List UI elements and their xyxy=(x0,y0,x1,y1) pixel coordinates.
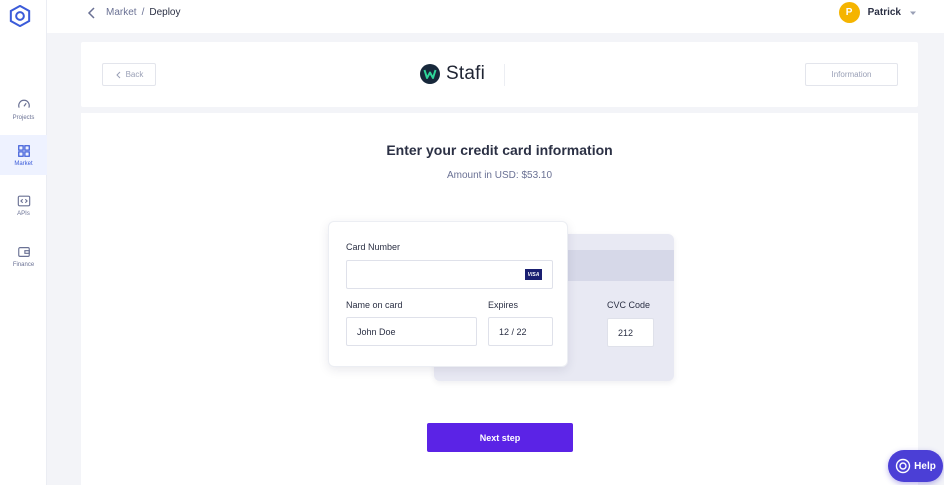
sidebar-item-label: Market xyxy=(14,160,33,167)
brand: Stafi xyxy=(420,63,485,85)
caret-down-icon xyxy=(910,11,916,15)
back-button[interactable]: Back xyxy=(102,63,156,86)
name-on-card-label: Name on card xyxy=(346,300,403,310)
breadcrumb: Market / Deploy xyxy=(106,7,180,18)
payment-panel: Enter your credit card information Amoun… xyxy=(81,113,918,485)
breadcrumb-separator: / xyxy=(141,7,145,18)
expires-input[interactable]: 12 / 22 xyxy=(488,317,553,346)
app-logo-icon[interactable] xyxy=(9,5,31,27)
chevron-left-icon[interactable] xyxy=(85,6,99,20)
grid-icon xyxy=(17,144,30,157)
chevron-left-icon xyxy=(115,71,120,78)
information-button[interactable]: Information xyxy=(805,63,898,86)
user-name: Patrick xyxy=(867,7,901,18)
visa-icon: VISA xyxy=(525,269,542,280)
help-button[interactable]: Help xyxy=(888,450,943,482)
stafi-logo-icon xyxy=(420,64,440,84)
wallet-icon xyxy=(17,246,30,257)
breadcrumb-market-link[interactable]: Market xyxy=(106,7,137,18)
cvc-input[interactable]: 212 xyxy=(607,318,654,347)
brand-name: Stafi xyxy=(446,63,486,84)
card-front: Card Number VISA Name on card John Doe E… xyxy=(328,221,568,367)
sidebar-item-apis[interactable]: APIs xyxy=(0,185,47,225)
sidebar: Projects Market APIs Finance xyxy=(0,0,47,485)
page-title: Enter your credit card information xyxy=(386,142,613,158)
sidebar-item-label: Projects xyxy=(12,114,35,121)
header-card: Back Stafi Information xyxy=(81,42,918,107)
sidebar-item-label: Finance xyxy=(12,261,35,268)
divider xyxy=(504,64,505,86)
amount-text: Amount in USD: $53.10 xyxy=(446,170,553,181)
next-step-button[interactable]: Next step xyxy=(427,423,573,452)
gauge-icon xyxy=(17,99,30,108)
top-bar: Market / Deploy P Patrick xyxy=(47,0,944,33)
sidebar-item-projects[interactable]: Projects xyxy=(0,89,47,129)
expires-label: Expires xyxy=(488,300,519,310)
sidebar-item-market[interactable]: Market xyxy=(0,135,47,175)
name-on-card-input[interactable]: John Doe xyxy=(346,317,477,346)
help-label: Help xyxy=(914,460,936,472)
cvc-label: CVC Code xyxy=(607,300,651,310)
user-menu[interactable]: P Patrick xyxy=(838,2,917,23)
code-icon xyxy=(17,195,30,206)
avatar: P xyxy=(838,2,860,23)
sidebar-item-finance[interactable]: Finance xyxy=(0,236,47,276)
breadcrumb-current: Deploy xyxy=(149,7,181,18)
sidebar-item-label: APIs xyxy=(17,210,30,217)
card-number-label: Card Number xyxy=(346,242,401,252)
card-number-input[interactable]: VISA xyxy=(346,260,553,289)
lifebuoy-icon xyxy=(895,458,911,474)
back-button-label: Back xyxy=(125,70,144,79)
